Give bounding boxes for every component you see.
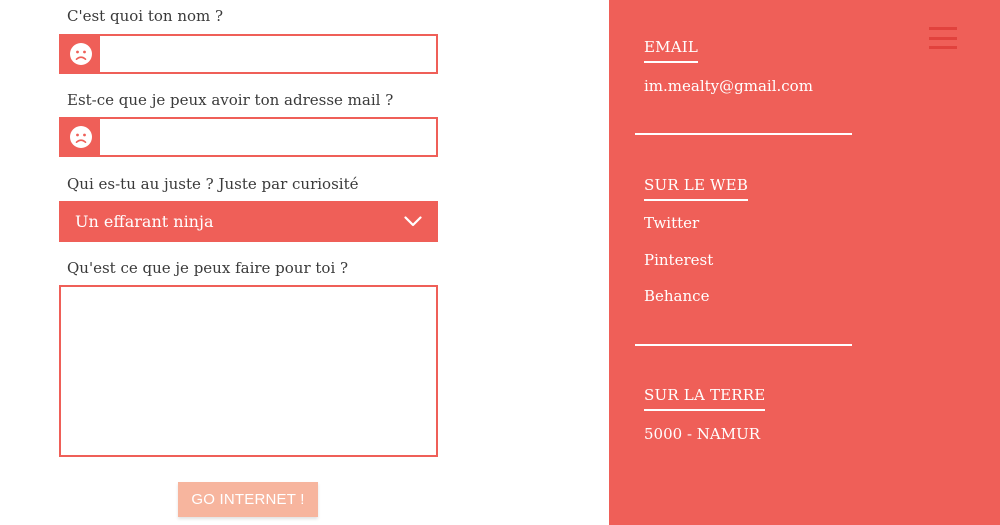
role-select[interactable]: Un effarant ninja (59, 201, 438, 242)
contact-form: C'est quoi ton nom ? Est-ce que je peux … (0, 0, 609, 525)
twitter-link[interactable]: Twitter (644, 214, 699, 232)
role-label: Qui es-tu au juste ? Juste par curiosité (67, 175, 359, 193)
menu-bar (929, 46, 957, 49)
email-section-title: EMAIL (644, 38, 699, 63)
hamburger-menu-icon[interactable] (929, 27, 957, 49)
contact-panel: EMAIL im.mealty@gmail.com SUR LE WEB Twi… (609, 0, 1000, 525)
message-label: Qu'est ce que je peux faire pour toi ? (67, 259, 349, 277)
web-section-title: SUR LE WEB (644, 176, 749, 201)
sad-face-icon (69, 43, 92, 65)
divider (635, 344, 852, 346)
menu-bar (929, 27, 957, 30)
name-input[interactable] (100, 36, 436, 72)
submit-button[interactable]: GO INTERNET ! (178, 482, 318, 517)
earth-section-title: SUR LA TERRE (644, 386, 766, 411)
email-field-icon-box (61, 119, 100, 155)
behance-link[interactable]: Behance (644, 287, 709, 305)
email-field[interactable] (59, 117, 438, 157)
name-field[interactable] (59, 34, 438, 74)
pinterest-link[interactable]: Pinterest (644, 251, 713, 269)
email-label: Est-ce que je peux avoir ton adresse mai… (67, 91, 394, 109)
message-textarea[interactable] (59, 285, 438, 457)
menu-bar (929, 36, 957, 40)
chevron-down-icon (404, 216, 422, 227)
sad-face-icon (69, 126, 92, 148)
location-text: 5000 - NAMUR (644, 425, 761, 443)
email-input[interactable] (100, 119, 436, 155)
email-address-link[interactable]: im.mealty@gmail.com (644, 77, 813, 95)
divider (635, 133, 852, 135)
name-field-icon-box (61, 36, 100, 72)
name-label: C'est quoi ton nom ? (67, 7, 224, 25)
role-select-value: Un effarant ninja (75, 212, 214, 231)
